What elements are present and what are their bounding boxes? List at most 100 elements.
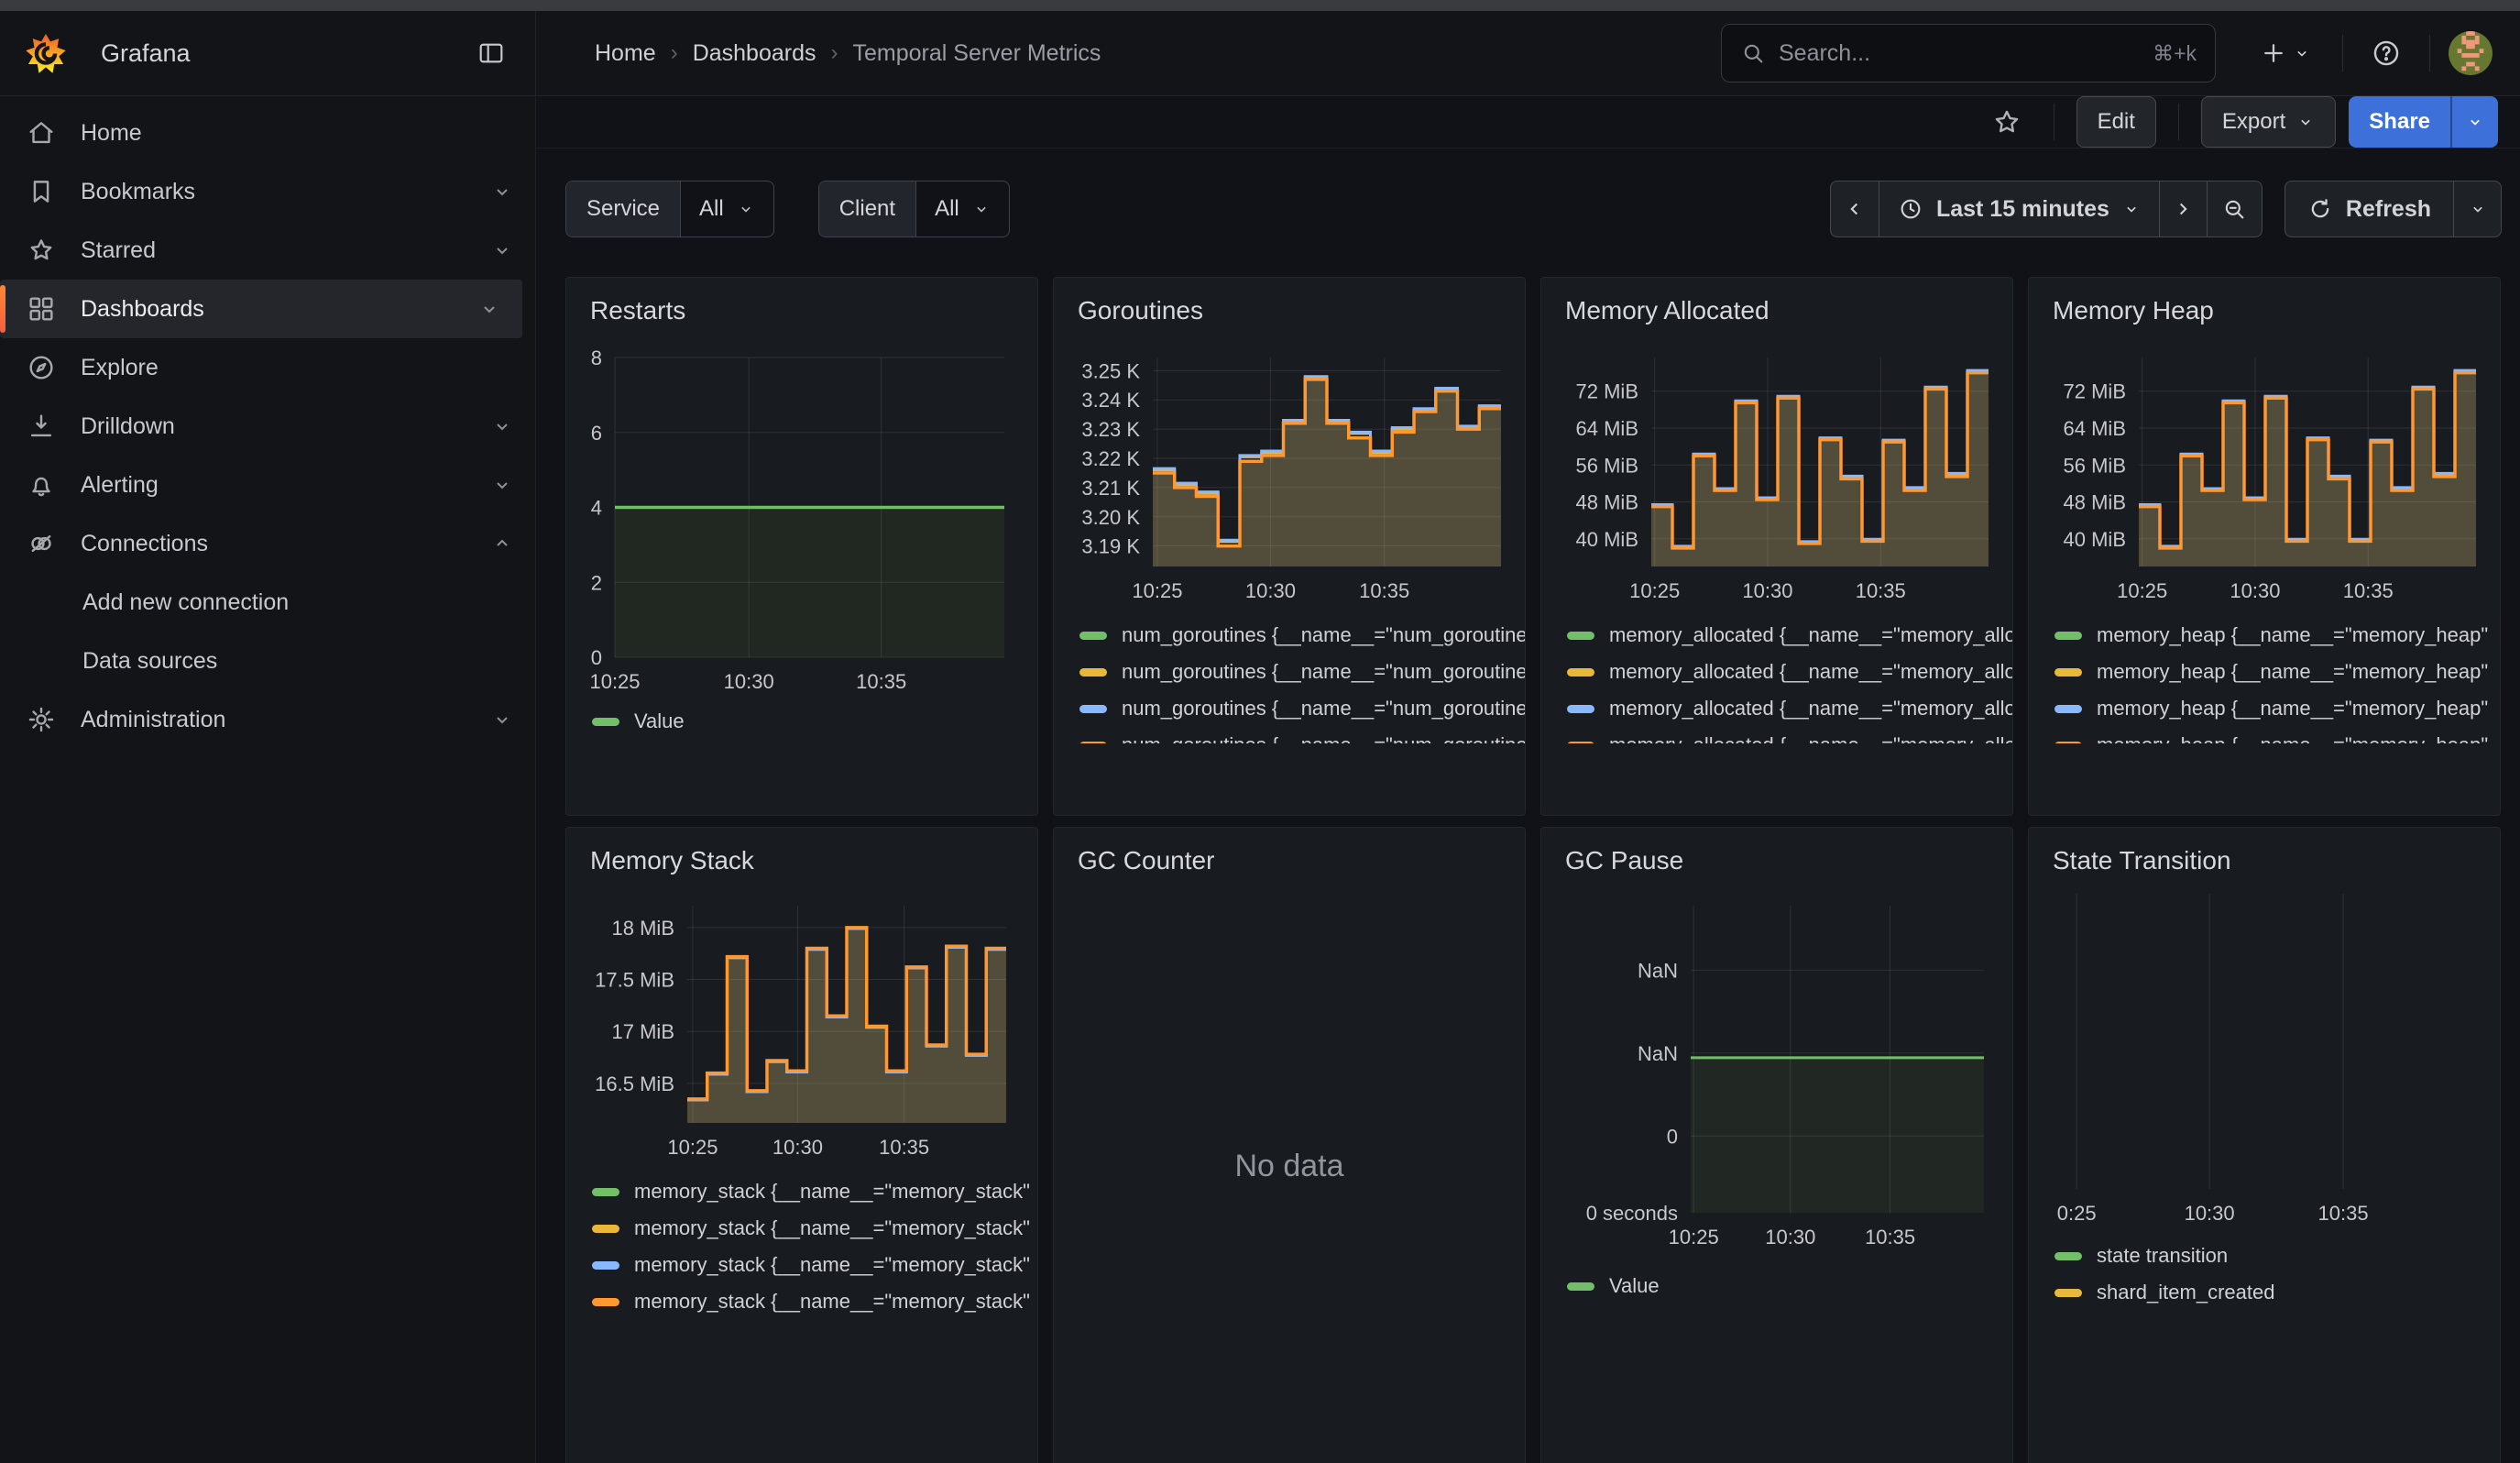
- panel-title[interactable]: Restarts: [566, 278, 1037, 325]
- favorite-star-button[interactable]: [1982, 97, 2032, 147]
- panel-title[interactable]: Memory Allocated: [1541, 278, 2012, 325]
- legend-label: memory_allocated {__name__="memory_alloc…: [1609, 697, 2012, 720]
- dashboards-grid-icon: [26, 293, 57, 324]
- plus-icon: [2260, 39, 2287, 67]
- chevron-up-icon: [491, 533, 513, 555]
- state-transition-chart[interactable]: 0:2510:3010:35: [2029, 875, 2500, 1238]
- sidebar-item-label: Alerting: [81, 472, 159, 499]
- sidebar-item-data-sources[interactable]: Data sources: [0, 632, 535, 690]
- time-controls: Last 15 minutes Refresh: [1830, 181, 2502, 237]
- breadcrumb-current: Temporal Server Metrics: [853, 40, 1101, 67]
- goroutines-chart[interactable]: 3.19 K3.20 K3.21 K3.22 K3.23 K3.24 K3.25…: [1054, 325, 1525, 600]
- sidebar-item-bookmarks[interactable]: Bookmarks: [0, 162, 535, 221]
- service-variable-dropdown[interactable]: Service All: [565, 181, 774, 237]
- legend-item[interactable]: memory_allocated {__name__="memory_alloc…: [1567, 654, 2012, 690]
- sidebar-item-starred[interactable]: Starred: [0, 221, 535, 280]
- legend-item[interactable]: memory_heap {__name__="memory_heap": [2054, 727, 2500, 743]
- sidebar-toggle-button[interactable]: [471, 33, 511, 73]
- svg-text:40 MiB: 40 MiB: [1576, 528, 1638, 551]
- refresh-interval-button[interactable]: [2453, 182, 2501, 236]
- user-avatar[interactable]: [2449, 31, 2493, 75]
- memory-stack-chart[interactable]: 16.5 MiB17 MiB17.5 MiB18 MiB10:2510:3010…: [566, 875, 1037, 1164]
- legend-item[interactable]: memory_heap {__name__="memory_heap": [2054, 690, 2500, 727]
- svg-text:0: 0: [591, 646, 602, 669]
- restarts-chart[interactable]: 0246810:2510:3010:35: [566, 325, 1037, 692]
- legend-item[interactable]: memory_heap {__name__="memory_heap": [2054, 617, 2500, 654]
- export-button[interactable]: Export: [2201, 96, 2336, 148]
- share-button[interactable]: Share: [2349, 96, 2450, 148]
- legend-item[interactable]: num_goroutines {__name__="num_goroutines…: [1079, 617, 1525, 654]
- divider: [2178, 104, 2179, 140]
- legend-item[interactable]: memory_allocated {__name__="memory_alloc…: [1567, 727, 2012, 743]
- sidebar-item-label: Home: [81, 120, 142, 147]
- chevron-down-icon: [491, 709, 513, 731]
- legend-item[interactable]: state transition: [2054, 1238, 2500, 1274]
- svg-text:3.25 K: 3.25 K: [1081, 359, 1140, 382]
- dashboard-content: Edit Export Share Service All: [536, 96, 2520, 1463]
- legend-item[interactable]: Value: [1567, 1268, 2012, 1304]
- legend-item[interactable]: num_goroutines {__name__="num_goroutines…: [1079, 690, 1525, 727]
- sidebar-item-add-new-connection[interactable]: Add new connection: [0, 573, 535, 632]
- sidebar-item-dashboards[interactable]: Dashboards: [0, 280, 522, 338]
- time-range-picker[interactable]: Last 15 minutes: [1879, 182, 2159, 236]
- legend-item[interactable]: memory_allocated {__name__="memory_alloc…: [1567, 617, 2012, 654]
- legend-label: memory_stack {__name__="memory_stack": [634, 1253, 1030, 1277]
- svg-text:10:35: 10:35: [1865, 1226, 1915, 1248]
- memory-allocated-chart[interactable]: 40 MiB48 MiB56 MiB64 MiB72 MiB10:2510:30…: [1541, 325, 2012, 600]
- panel-title[interactable]: Memory Stack: [566, 828, 1037, 875]
- time-shift-back-button[interactable]: [1831, 182, 1879, 236]
- panel-title[interactable]: GC Counter: [1054, 828, 1525, 875]
- breadcrumb-dashboards[interactable]: Dashboards: [693, 40, 816, 67]
- svg-text:0: 0: [1667, 1125, 1678, 1148]
- breadcrumb-home[interactable]: Home: [595, 40, 656, 67]
- legend-label: memory_heap {__name__="memory_heap": [2097, 623, 2488, 647]
- svg-text:48 MiB: 48 MiB: [2064, 491, 2126, 514]
- sidebar-item-alerting[interactable]: Alerting: [0, 456, 535, 514]
- legend-item[interactable]: memory_allocated {__name__="memory_alloc…: [1567, 690, 2012, 727]
- legend-item[interactable]: memory_stack {__name__="memory_stack": [592, 1283, 1037, 1320]
- panel-title[interactable]: State Transition: [2029, 828, 2500, 875]
- restarts-legend: Value: [566, 692, 1037, 802]
- new-menu-button[interactable]: [2247, 28, 2324, 78]
- svg-text:10:30: 10:30: [1245, 579, 1296, 600]
- avatar-image: [2449, 31, 2493, 75]
- svg-text:NaN: NaN: [1638, 1042, 1678, 1065]
- legend-swatch: [2054, 1289, 2082, 1297]
- legend-item[interactable]: memory_stack {__name__="memory_stack": [592, 1210, 1037, 1247]
- refresh-button[interactable]: Refresh: [2285, 182, 2453, 236]
- svg-text:3.23 K: 3.23 K: [1081, 418, 1140, 441]
- svg-text:10:25: 10:25: [667, 1136, 718, 1159]
- share-menu-button[interactable]: [2450, 96, 2498, 148]
- share-split-button: Share: [2349, 96, 2498, 148]
- search-input[interactable]: Search... ⌘+k: [1721, 24, 2216, 82]
- svg-text:0:25: 0:25: [2057, 1202, 2097, 1225]
- zoom-out-time-button[interactable]: [2207, 182, 2262, 236]
- panel-title[interactable]: GC Pause: [1541, 828, 2012, 875]
- sidebar-item-drilldown[interactable]: Drilldown: [0, 397, 535, 456]
- panel-title[interactable]: Goroutines: [1054, 278, 1525, 325]
- time-shift-forward-button[interactable]: [2159, 182, 2207, 236]
- svg-text:6: 6: [591, 422, 602, 445]
- client-variable-dropdown[interactable]: Client All: [818, 181, 1010, 237]
- legend-label: memory_stack {__name__="memory_stack": [634, 1180, 1030, 1204]
- legend-item[interactable]: memory_stack {__name__="memory_stack": [592, 1247, 1037, 1283]
- legend-item[interactable]: memory_heap {__name__="memory_heap": [2054, 654, 2500, 690]
- help-button[interactable]: [2361, 28, 2411, 78]
- legend-item[interactable]: Value: [592, 703, 1037, 740]
- legend-item[interactable]: memory_stack {__name__="memory_stack": [592, 1173, 1037, 1210]
- sidebar-item-administration[interactable]: Administration: [0, 690, 535, 749]
- legend-item[interactable]: num_goroutines {__name__="num_goroutines…: [1079, 727, 1525, 743]
- legend-item[interactable]: num_goroutines {__name__="num_goroutines…: [1079, 654, 1525, 690]
- svg-text:10:25: 10:25: [1629, 579, 1680, 600]
- legend-item[interactable]: shard_item_created: [2054, 1274, 2500, 1311]
- sidebar-item-explore[interactable]: Explore: [0, 338, 535, 397]
- connections-icon: [26, 528, 57, 559]
- svg-text:72 MiB: 72 MiB: [1576, 380, 1638, 403]
- memory-heap-chart[interactable]: 40 MiB48 MiB56 MiB64 MiB72 MiB10:2510:30…: [2029, 325, 2500, 600]
- edit-button[interactable]: Edit: [2076, 96, 2156, 148]
- sidebar-item-home[interactable]: Home: [0, 104, 535, 162]
- panel-goroutines: Goroutines 3.19 K3.20 K3.21 K3.22 K3.23 …: [1053, 277, 1526, 816]
- gc-pause-chart[interactable]: 0 seconds0NaNNaN10:2510:3010:35: [1541, 875, 2012, 1260]
- sidebar-item-connections[interactable]: Connections: [0, 514, 535, 573]
- panel-title[interactable]: Memory Heap: [2029, 278, 2500, 325]
